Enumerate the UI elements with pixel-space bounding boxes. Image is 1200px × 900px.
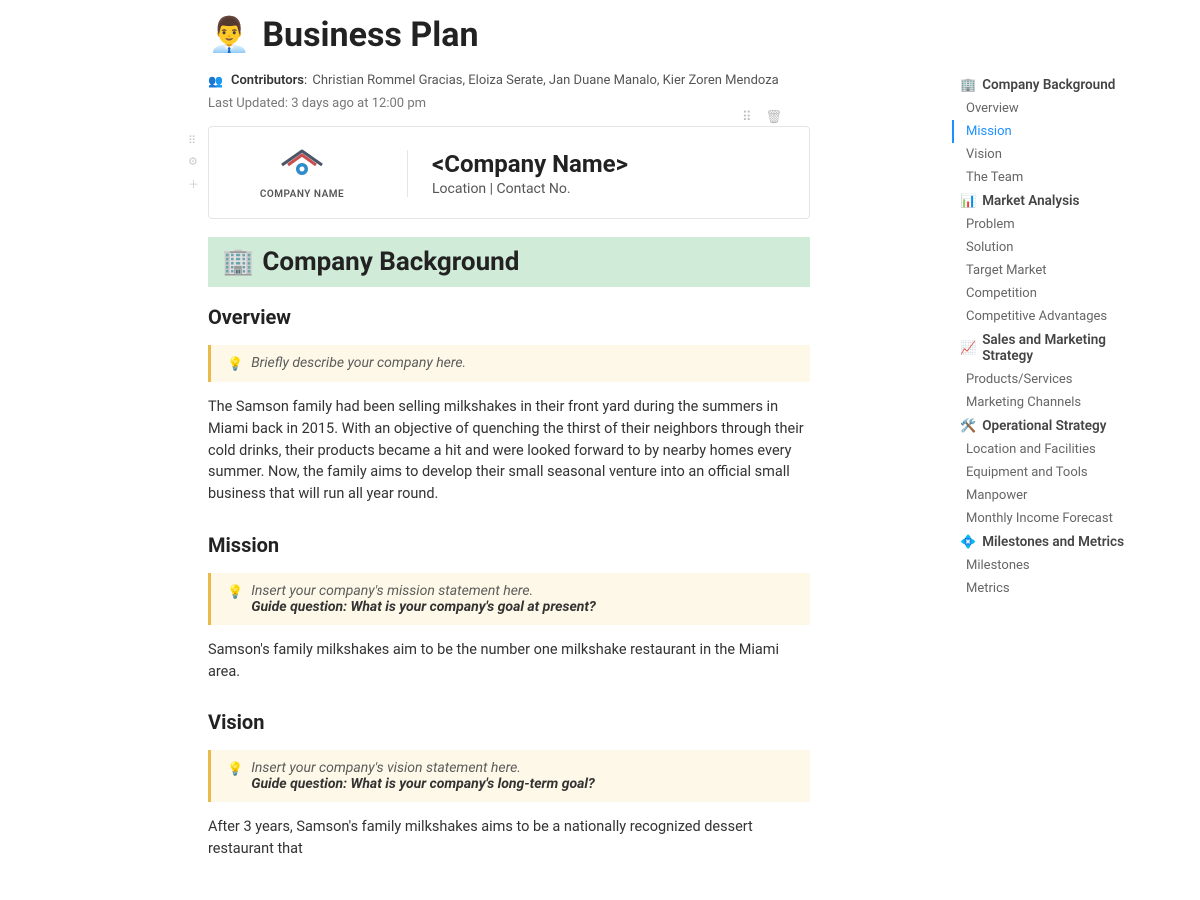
toc-heading-label: Operational Strategy <box>982 418 1106 434</box>
mission-body[interactable]: Samson's family milkshakes aim to be the… <box>208 639 810 683</box>
overview-body[interactable]: The Samson family had been selling milks… <box>208 396 810 505</box>
callout-vision[interactable]: 💡 Insert your company's vision statement… <box>208 750 810 802</box>
toc-item-milestones[interactable]: Milestones <box>952 554 1152 577</box>
chart-up-icon: 📈 <box>960 341 976 356</box>
toc-item-problem[interactable]: Problem <box>952 213 1152 236</box>
toc-heading-operational-strategy[interactable]: 🛠️ Operational Strategy <box>952 414 1152 438</box>
toc-item-solution[interactable]: Solution <box>952 236 1152 259</box>
heading-vision[interactable]: Vision <box>208 710 810 734</box>
block-side-handles: ⠿ ⚙ ＋ <box>188 134 199 192</box>
diamond-icon: 💠 <box>960 535 976 550</box>
toc-heading-label: Market Analysis <box>982 193 1079 209</box>
toc-heading-label: Milestones and Metrics <box>982 534 1124 550</box>
colon: : <box>304 73 310 88</box>
toc-item-location-facilities[interactable]: Location and Facilities <box>952 438 1152 461</box>
toc-item-competition[interactable]: Competition <box>952 282 1152 305</box>
company-logo: COMPANY NAME <box>237 147 367 200</box>
section-title: Company Background <box>262 247 519 277</box>
toc-item-monthly-income-forecast[interactable]: Monthly Income Forecast <box>952 507 1152 530</box>
toc-item-overview[interactable]: Overview <box>952 97 1152 120</box>
page-title[interactable]: Business Plan <box>262 15 478 55</box>
toc-item-manpower[interactable]: Manpower <box>952 484 1152 507</box>
company-meta: <Company Name> Location | Contact No. <box>407 150 628 197</box>
toc-item-competitive-advantages[interactable]: Competitive Advantages <box>952 305 1152 328</box>
block-toolbar: ⠿ 🗑 <box>742 110 782 125</box>
company-name-heading[interactable]: <Company Name> <box>432 150 628 178</box>
toc-heading-sales-marketing[interactable]: 📈 Sales and Marketing Strategy <box>952 328 1152 368</box>
callout-text: Briefly describe your company here. <box>251 355 466 371</box>
page-icon[interactable]: 👨‍💼 <box>208 15 250 55</box>
house-logo-icon <box>278 147 326 183</box>
callout-guide: Guide question: What is your company's g… <box>251 599 794 615</box>
last-updated: Last Updated: 3 days ago at 12:00 pm <box>208 96 810 111</box>
toc-item-the-team[interactable]: The Team <box>952 166 1152 189</box>
contributors-names: Christian Rommel Gracias, Eloiza Serate,… <box>312 73 778 88</box>
toc-heading-label: Sales and Marketing Strategy <box>982 332 1144 364</box>
toc-item-mission[interactable]: Mission <box>952 120 1152 143</box>
logo-caption: COMPANY NAME <box>260 189 344 200</box>
toc-item-metrics[interactable]: Metrics <box>952 577 1152 600</box>
toc-heading-market-analysis[interactable]: 📊 Market Analysis <box>952 189 1152 213</box>
toc-item-products-services[interactable]: Products/Services <box>952 368 1152 391</box>
drag-handle-icon[interactable]: ⠿ <box>742 110 752 125</box>
callout-line1: Insert your company's vision statement h… <box>251 760 794 776</box>
heading-mission[interactable]: Mission <box>208 533 810 557</box>
company-card-block: ⠿ 🗑 ⠿ ⚙ ＋ COMPANY NAME <Company Name> Lo… <box>208 126 810 219</box>
settings-icon[interactable]: ⚙ <box>188 155 199 168</box>
building-icon: 🏢 <box>222 247 254 277</box>
chart-icon: 📊 <box>960 194 976 209</box>
toc-item-marketing-channels[interactable]: Marketing Channels <box>952 391 1152 414</box>
callout-guide: Guide question: What is your company's l… <box>251 776 794 792</box>
table-of-contents: 🏢 Company Background Overview Mission Vi… <box>952 73 1152 600</box>
toc-item-vision[interactable]: Vision <box>952 143 1152 166</box>
callout-line1: Insert your company's mission statement … <box>251 583 794 599</box>
document-body: 👨‍💼 Business Plan 👥 Contributors: Christ… <box>0 0 870 900</box>
drag-handle-icon[interactable]: ⠿ <box>188 134 199 147</box>
toc-heading-company-background[interactable]: 🏢 Company Background <box>952 73 1152 97</box>
bulb-icon: 💡 <box>227 585 243 600</box>
delete-icon[interactable]: 🗑 <box>765 110 782 125</box>
tools-icon: 🛠️ <box>960 419 976 434</box>
section-header-company-background[interactable]: 🏢 Company Background <box>208 237 810 287</box>
bulb-icon: 💡 <box>227 762 243 777</box>
vision-body[interactable]: After 3 years, Samson's family milkshake… <box>208 816 810 860</box>
add-icon[interactable]: ＋ <box>188 176 199 192</box>
toc-heading-milestones-metrics[interactable]: 💠 Milestones and Metrics <box>952 530 1152 554</box>
toc-item-target-market[interactable]: Target Market <box>952 259 1152 282</box>
toc-heading-label: Company Background <box>982 77 1115 93</box>
contributors-row[interactable]: 👥 Contributors: Christian Rommel Gracias… <box>208 73 810 88</box>
building-icon: 🏢 <box>960 78 976 93</box>
bulb-icon: 💡 <box>227 357 243 372</box>
company-location-contact[interactable]: Location | Contact No. <box>432 181 628 197</box>
contributors-label: Contributors <box>231 73 304 88</box>
toc-item-equipment-tools[interactable]: Equipment and Tools <box>952 461 1152 484</box>
callout-mission[interactable]: 💡 Insert your company's mission statemen… <box>208 573 810 625</box>
people-icon: 👥 <box>208 74 223 88</box>
heading-overview[interactable]: Overview <box>208 305 810 329</box>
page-title-row: 👨‍💼 Business Plan <box>208 15 810 55</box>
company-card[interactable]: COMPANY NAME <Company Name> Location | C… <box>208 126 810 219</box>
callout-overview[interactable]: 💡 Briefly describe your company here. <box>208 345 810 382</box>
